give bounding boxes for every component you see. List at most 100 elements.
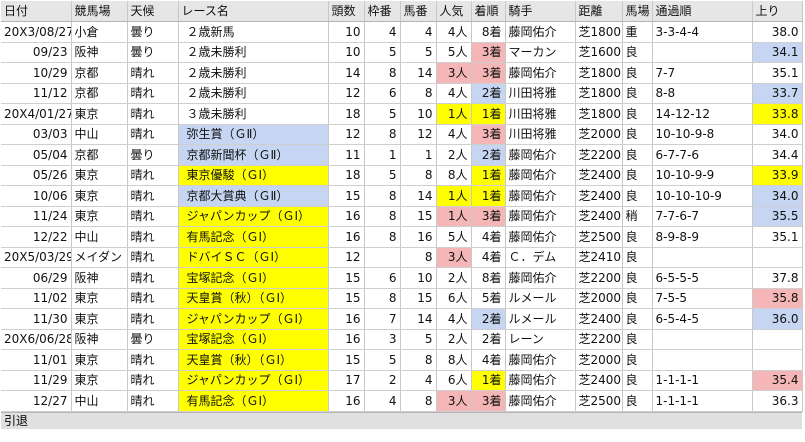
runners-cell: 11 (328, 144, 365, 166)
track-condition-cell: 良 (622, 103, 653, 125)
popularity-cell: 2人 (436, 267, 472, 289)
passing-order-cell: 3-3-4-4 (652, 21, 753, 43)
course-cell: 京都 (71, 62, 128, 84)
gate-cell: 6 (364, 83, 401, 104)
finish-cell: 4着 (471, 226, 506, 248)
finish-cell: 3着 (471, 42, 506, 63)
popularity-cell: 4人 (436, 124, 472, 145)
finish-cell: 3着 (471, 124, 506, 145)
popularity-cell: 4人 (436, 83, 472, 104)
passing-order-cell: 1-1-1-1 (652, 370, 753, 391)
table-row[interactable]: 11/29 東京 晴れ ジャパンカップ（ＧⅠ） 17 2 4 6人 1着 藤岡佑介 芝2400 良 1-… (1, 370, 803, 391)
passing-order-cell: 14-12-12 (652, 103, 753, 125)
column-header[interactable]: 馬番 (400, 1, 437, 22)
race-history-table: 日付 競馬場 天候 レース名 頭数 枠番 馬番 人気 着順 騎手 距離 馬場 通過順 上り 20X3/08… (1, 1, 803, 412)
passing-order-cell (652, 329, 753, 350)
finish-cell: 2着 (471, 144, 506, 166)
table-row[interactable]: 12/22 中山 晴れ 有馬記念（ＧⅠ） 16 8 16 5人 4着 藤岡佑介 芝2500 良 8-9-… (1, 226, 803, 248)
date-cell: 05/26 (1, 165, 72, 186)
popularity-cell: 1人 (436, 103, 472, 125)
column-header[interactable]: 騎手 (505, 1, 576, 22)
last-3f-cell: 35.5 (752, 206, 803, 227)
finish-cell: 5着 (471, 288, 506, 309)
table-row[interactable]: 10/06 東京 晴れ 京都大賞典（ＧⅡ） 15 8 14 1人 1着 藤岡佑介 芝2400 良 10-… (1, 185, 803, 207)
date-cell: 20X6/06/28 (1, 329, 72, 350)
column-header[interactable]: 頭数 (328, 1, 365, 22)
course-cell: 京都 (71, 83, 128, 104)
table-row[interactable]: 10/29 京都 晴れ ２歳未勝利 14 8 14 3人 3着 藤岡佑介 芝1800 良 7-7 35.1 (1, 62, 803, 84)
runners-cell: 16 (328, 226, 365, 248)
runners-cell: 18 (328, 165, 365, 186)
course-cell: 東京 (71, 165, 128, 186)
weather-cell: 晴れ (127, 185, 179, 207)
runners-cell: 15 (328, 267, 365, 289)
course-cell: 東京 (71, 308, 128, 330)
column-header[interactable]: 着順 (471, 1, 506, 22)
date-cell: 09/23 (1, 42, 72, 63)
track-condition-cell: 良 (622, 288, 653, 309)
jockey-cell: Ｃ．デム (505, 247, 576, 268)
table-row[interactable]: 05/04 京都 曇り 京都新聞杯（ＧⅡ） 11 1 1 2人 2着 藤岡佑介 芝2200 良 6-7-… (1, 144, 803, 166)
header-row: 日付 競馬場 天候 レース名 頭数 枠番 馬番 人気 着順 騎手 距離 馬場 通過順 上り (1, 1, 803, 22)
course-cell: 阪神 (71, 42, 128, 63)
column-header[interactable]: 日付 (1, 1, 72, 22)
date-cell: 11/29 (1, 370, 72, 391)
race-name-cell: 弥生賞（ＧⅡ） (178, 124, 329, 145)
table-row[interactable]: 20X3/08/27 小倉 曇り ２歳新馬 10 4 4 4人 8着 藤岡佑介 芝1800 重 3-3-… (1, 21, 803, 43)
last-3f-cell: 35.1 (752, 62, 803, 84)
table-row[interactable]: 03/03 中山 晴れ 弥生賞（ＧⅡ） 12 8 12 4人 3着 川田将雅 芝2000 良 10-10… (1, 124, 803, 145)
race-name-cell: ２歳新馬 (178, 21, 329, 43)
table-row[interactable]: 09/23 阪神 曇り ２歳未勝利 10 5 5 5人 3着 マーカン 芝1600 良 34.1 (1, 42, 803, 63)
column-header[interactable]: 距離 (575, 1, 623, 22)
table-row[interactable]: 20X6/06/28 阪神 曇り 宝塚記念（ＧⅠ） 16 3 5 2人 2着 レーン 芝2200 良 (1, 329, 803, 350)
passing-order-cell: 8-9-8-9 (652, 226, 753, 248)
popularity-cell: 3人 (436, 62, 472, 84)
column-header[interactable]: 上り (752, 1, 803, 22)
date-cell: 20X3/08/27 (1, 21, 72, 43)
track-condition-cell: 良 (622, 267, 653, 289)
horse-number-cell: 8 (400, 83, 437, 104)
column-header[interactable]: 人気 (436, 1, 472, 22)
table-row[interactable]: 11/30 東京 晴れ ジャパンカップ（ＧⅠ） 16 7 14 4人 2着 ルメール 芝2400 良 6… (1, 308, 803, 330)
popularity-cell: 8人 (436, 165, 472, 186)
passing-order-cell: 7-7-6-7 (652, 206, 753, 227)
jockey-cell: 藤岡佑介 (505, 144, 576, 166)
distance-cell: 芝1800 (575, 103, 623, 125)
distance-cell: 芝2400 (575, 370, 623, 391)
race-name-cell: 宝塚記念（ＧⅠ） (178, 329, 329, 350)
table-row[interactable]: 11/24 東京 晴れ ジャパンカップ（ＧⅠ） 16 8 15 1人 3着 藤岡佑介 芝2400 稍 7… (1, 206, 803, 227)
gate-cell: 3 (364, 329, 401, 350)
course-cell: 東京 (71, 288, 128, 309)
table-row[interactable]: 20X5/03/29 メイダン 晴れ ドバイＳＣ（ＧⅠ） 12 8 3人 4着 Ｃ．デム 芝241… (1, 247, 803, 268)
jockey-cell: 藤岡佑介 (505, 206, 576, 227)
date-cell: 11/24 (1, 206, 72, 227)
table-row[interactable]: 11/12 京都 晴れ ２歳未勝利 12 6 8 4人 2着 川田将雅 芝1800 良 8-8 33.7 (1, 83, 803, 104)
column-header[interactable]: 枠番 (364, 1, 401, 22)
horse-number-cell: 8 (400, 390, 437, 412)
column-header[interactable]: 競馬場 (71, 1, 128, 22)
horse-number-cell: 5 (400, 42, 437, 63)
last-3f-cell (752, 247, 803, 268)
jockey-cell: ルメール (505, 288, 576, 309)
table-row[interactable]: 06/29 阪神 晴れ 宝塚記念（ＧⅠ） 15 6 10 2人 8着 藤岡佑介 芝2200 良 6-5-… (1, 267, 803, 289)
course-cell: メイダン (71, 247, 128, 268)
column-header[interactable]: 通過順 (652, 1, 753, 22)
table-row[interactable]: 12/27 中山 晴れ 有馬記念（ＧⅠ） 16 4 8 3人 3着 藤岡佑介 芝2500 良 1-1-1… (1, 390, 803, 412)
table-row[interactable]: 11/02 東京 晴れ 天皇賞（秋）（ＧⅠ） 15 8 15 6人 5着 ルメール 芝2000 良 7-… (1, 288, 803, 309)
finish-cell: 4着 (471, 349, 506, 371)
date-cell: 11/30 (1, 308, 72, 330)
date-cell: 12/27 (1, 390, 72, 412)
jockey-cell: 藤岡佑介 (505, 62, 576, 84)
weather-cell: 晴れ (127, 124, 179, 145)
jockey-cell: 藤岡佑介 (505, 267, 576, 289)
column-header[interactable]: レース名 (178, 1, 329, 22)
table-row[interactable]: 05/26 東京 晴れ 東京優駿（ＧⅠ） 18 5 8 8人 1着 藤岡佑介 芝2400 良 10-10… (1, 165, 803, 186)
table-row[interactable]: 11/01 東京 晴れ 天皇賞（秋）（ＧⅠ） 15 5 8 8人 4着 藤岡佑介 芝2000 良 (1, 349, 803, 371)
jockey-cell: 藤岡佑介 (505, 370, 576, 391)
column-header[interactable]: 天候 (127, 1, 179, 22)
popularity-cell: 5人 (436, 42, 472, 63)
column-header[interactable]: 馬場 (622, 1, 653, 22)
weather-cell: 晴れ (127, 247, 179, 268)
table-row[interactable]: 20X4/01/27 東京 晴れ ３歳未勝利 18 5 10 1人 1着 川田将雅 芝1800 良 14… (1, 103, 803, 125)
race-name-cell: ２歳未勝利 (178, 42, 329, 63)
